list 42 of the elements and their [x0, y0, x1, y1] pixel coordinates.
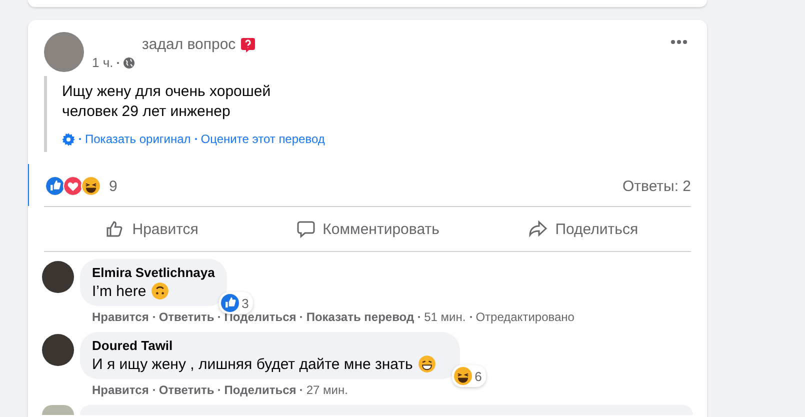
three-dots-icon — [671, 40, 687, 44]
reaction-count[interactable]: 9 — [109, 178, 118, 194]
post-text-line: Ищу жену для очень хорошей — [62, 82, 272, 102]
post-time[interactable]: 1 ч. — [92, 55, 114, 70]
share-button[interactable]: Поделиться — [475, 211, 692, 247]
translation-link[interactable]: Показать оригинал — [85, 132, 191, 146]
reaction-count-badge[interactable]: 6 — [452, 365, 486, 387]
speech-bubble-icon — [296, 219, 316, 239]
comment-author[interactable]: Doured Tawil — [92, 338, 448, 353]
question-icon — [240, 36, 256, 52]
comment-meta-text: 27 мин. — [306, 383, 348, 397]
comment-text: I’m here — [92, 282, 146, 300]
like-reaction-icon — [45, 176, 65, 196]
avatar[interactable] — [42, 261, 74, 293]
globe-icon — [123, 56, 136, 68]
post-header-text: задал вопрос — [142, 36, 236, 53]
comment-action-link[interactable]: Нравится — [92, 310, 149, 324]
share-arrow-icon — [528, 219, 548, 239]
answers-count[interactable]: Ответы: 2 — [622, 178, 691, 194]
comment-action-link[interactable]: Нравится — [92, 383, 149, 397]
laughing-emoji-icon — [454, 367, 472, 385]
gear-icon[interactable] — [62, 132, 75, 146]
laughing-emoji-icon — [81, 176, 101, 196]
comment-text: И я ищу жену , лишняя будет дайте мне знать — [92, 356, 413, 372]
comment-action-link[interactable]: Ответить — [158, 310, 214, 324]
comment-action-link[interactable]: Показать перевод — [306, 310, 414, 324]
avatar[interactable] — [42, 334, 74, 366]
like-button[interactable]: Нравится — [44, 211, 260, 247]
grinning-emoji-icon — [418, 355, 436, 373]
comment-action-link[interactable]: Ответить — [158, 383, 214, 397]
avatar — [42, 405, 74, 415]
like-reaction-icon — [220, 294, 239, 312]
comment-button[interactable]: Комментировать — [260, 211, 476, 247]
comment-meta-text: 51 мин. — [424, 310, 466, 324]
comment-author[interactable]: Elmira Svetlichnaya — [92, 265, 215, 280]
comment-action-link[interactable]: Поделиться — [224, 383, 296, 397]
upside-down-smile-icon — [151, 282, 170, 300]
post-text-line: человек 29 лет инженер — [62, 102, 232, 122]
reaction-count-badge[interactable]: 3 — [218, 292, 253, 314]
translation-link[interactable]: Оцените этот перевод — [200, 132, 325, 146]
heart-reaction-icon — [63, 176, 83, 196]
comment-meta-text: Отредактировано — [476, 310, 574, 324]
